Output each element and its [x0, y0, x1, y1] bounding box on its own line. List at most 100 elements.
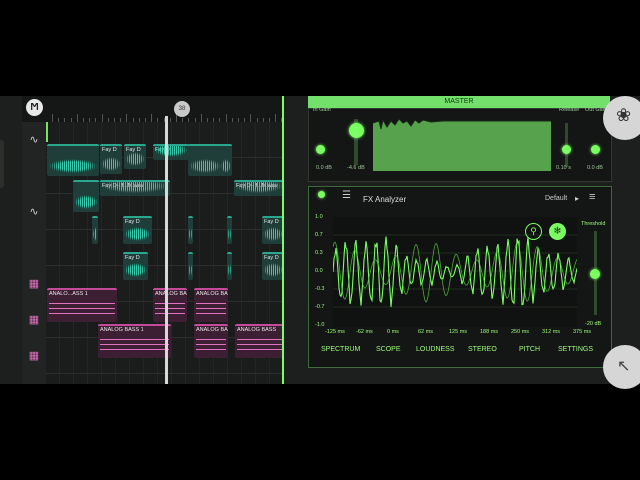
in-gain-label: In Gain	[313, 107, 331, 113]
y-tick-label: -0.3	[315, 286, 325, 292]
audio-clip[interactable]	[47, 144, 99, 176]
clip-waveform	[221, 159, 231, 173]
instrument-track-icon[interactable]: ▦	[27, 313, 41, 327]
freeze-button[interactable]: ❄	[549, 223, 566, 240]
clip-waveform	[101, 157, 121, 171]
plugin-menu-icon[interactable]: ≡	[589, 191, 595, 203]
in-gain-value: 0.0 dB	[316, 165, 332, 171]
audio-clip[interactable]	[92, 216, 98, 244]
analyzer-bars-icon: ☰	[342, 190, 351, 201]
clip-waveform	[125, 152, 145, 166]
threshold-slider-handle[interactable]	[590, 269, 600, 279]
clip-waveform	[263, 263, 283, 277]
midi-clip[interactable]: ANALOG BASS	[194, 324, 228, 358]
midi-clip[interactable]: ANALOG BASS	[153, 288, 187, 322]
fx-analyzer-plugin: ☰ FX Analyzer Default ▸ ≡ ⚲ ❄ Threshold …	[308, 186, 612, 368]
midi-clip[interactable]: ANALOG BASS	[235, 324, 284, 358]
x-tick-label: 0 ms	[387, 329, 399, 335]
playhead-marker[interactable]: 38	[174, 101, 190, 117]
clip-waveform	[189, 227, 192, 241]
tab-loudness[interactable]: LOUDNESS	[416, 346, 455, 353]
zoom-button[interactable]: ⚲	[525, 223, 542, 240]
audio-clip[interactable]: Fay D	[262, 216, 284, 244]
audio-clip[interactable]: Fay D	[100, 144, 122, 174]
audio-clip[interactable]	[227, 252, 232, 280]
midi-note	[196, 339, 226, 340]
threshold-knob[interactable]	[349, 123, 364, 138]
clip-waveform	[189, 159, 221, 173]
midi-note	[196, 349, 226, 350]
audio-clip[interactable]: Fay D - f...M.wav	[100, 180, 170, 196]
y-tick-label: -0.7	[315, 304, 325, 310]
x-tick-label: 125 ms	[449, 329, 468, 335]
clip-waveform	[74, 195, 98, 209]
mascot-menu-button[interactable]: ❀	[603, 96, 640, 140]
release-value: 0.10 s	[556, 165, 571, 171]
preset-selector[interactable]: Default	[545, 195, 567, 202]
ruler-tick	[250, 114, 252, 122]
ruler-tick	[200, 114, 202, 122]
midi-note	[49, 313, 115, 314]
audio-clip[interactable]	[188, 144, 222, 176]
track-header-column	[22, 122, 46, 384]
x-tick-label: 375 ms	[573, 329, 592, 335]
in-gain-knob[interactable]	[316, 145, 325, 154]
clip-waveform	[228, 263, 231, 277]
midi-clip[interactable]: ANALOG BASS 1	[98, 324, 171, 358]
out-gain-knob[interactable]	[591, 145, 600, 154]
midi-note	[100, 344, 169, 345]
instrument-track-icon[interactable]: ▦	[27, 349, 41, 363]
audio-clip[interactable]	[188, 216, 193, 244]
y-tick-label: 1.0	[315, 214, 323, 220]
gain-reduction-display	[373, 117, 551, 171]
menu-logo-button[interactable]: Ϻ	[26, 99, 43, 116]
midi-clip[interactable]: ANALO...ASS 1	[47, 288, 117, 322]
x-tick-label: 250 ms	[511, 329, 530, 335]
audio-clip[interactable]: Fay D	[262, 252, 284, 280]
y-tick-label: -1.0	[315, 322, 325, 328]
arranger-panel[interactable]: Ϻ 38 ♮ ∿∿▦▦▦Fay DFay DFay DFay D - f...M…	[22, 96, 284, 384]
clip-title: ANALO...ASS 1	[49, 291, 88, 297]
tab-pitch[interactable]: PITCH	[519, 346, 540, 353]
analyzer-power-button[interactable]	[318, 191, 325, 198]
audio-clip[interactable]	[188, 252, 193, 280]
preset-next-icon[interactable]: ▸	[575, 194, 579, 203]
playhead-line[interactable]	[165, 116, 168, 384]
midi-clip[interactable]: ANALOG BASS	[194, 288, 228, 322]
threshold-value: -4.6 dB	[347, 165, 365, 171]
audio-track-icon[interactable]: ∿	[27, 133, 41, 147]
threshold-db-value: -20 dB	[585, 321, 602, 327]
analyzer-title: FX Analyzer	[363, 195, 407, 204]
release-knob[interactable]	[562, 145, 571, 154]
audio-clip[interactable]	[73, 180, 99, 212]
midi-note	[196, 308, 226, 309]
clip-waveform	[124, 227, 151, 241]
resize-arrow-icon: ↖	[617, 358, 631, 375]
ruler-tick	[126, 114, 128, 122]
audio-clip[interactable]: Fay D	[123, 252, 148, 280]
audio-clip[interactable]	[220, 144, 232, 176]
audio-clip[interactable]: Fay D - f...M.wav	[234, 180, 284, 196]
tab-spectrum[interactable]: SPECTRUM	[321, 346, 360, 353]
clip-title: Fay D	[125, 255, 140, 261]
instrument-track-icon[interactable]: ▦	[27, 277, 41, 291]
midi-note	[196, 313, 226, 314]
audio-clip[interactable]: Fay D	[153, 144, 189, 160]
audio-clip[interactable]	[227, 216, 232, 244]
midi-note	[237, 349, 282, 350]
tab-settings[interactable]: SETTINGS	[558, 346, 593, 353]
tab-stereo[interactable]: STEREO	[468, 346, 497, 353]
out-gain-value: 0.0 dB	[587, 165, 603, 171]
midi-note	[196, 303, 226, 304]
clip-waveform	[235, 182, 283, 193]
side-edge-tab[interactable]	[0, 140, 4, 188]
audio-clip[interactable]: Fay D	[124, 144, 146, 169]
audio-clip[interactable]: Fay D	[123, 216, 152, 244]
timeline-ruler[interactable]	[22, 96, 284, 122]
audio-track-icon[interactable]: ∿	[27, 205, 41, 219]
tab-scope[interactable]: SCOPE	[376, 346, 401, 353]
gain-reduction-graph	[373, 117, 551, 130]
midi-note	[155, 303, 185, 304]
resize-panel-button[interactable]: ↖	[603, 345, 640, 389]
clip-waveform	[48, 159, 98, 173]
